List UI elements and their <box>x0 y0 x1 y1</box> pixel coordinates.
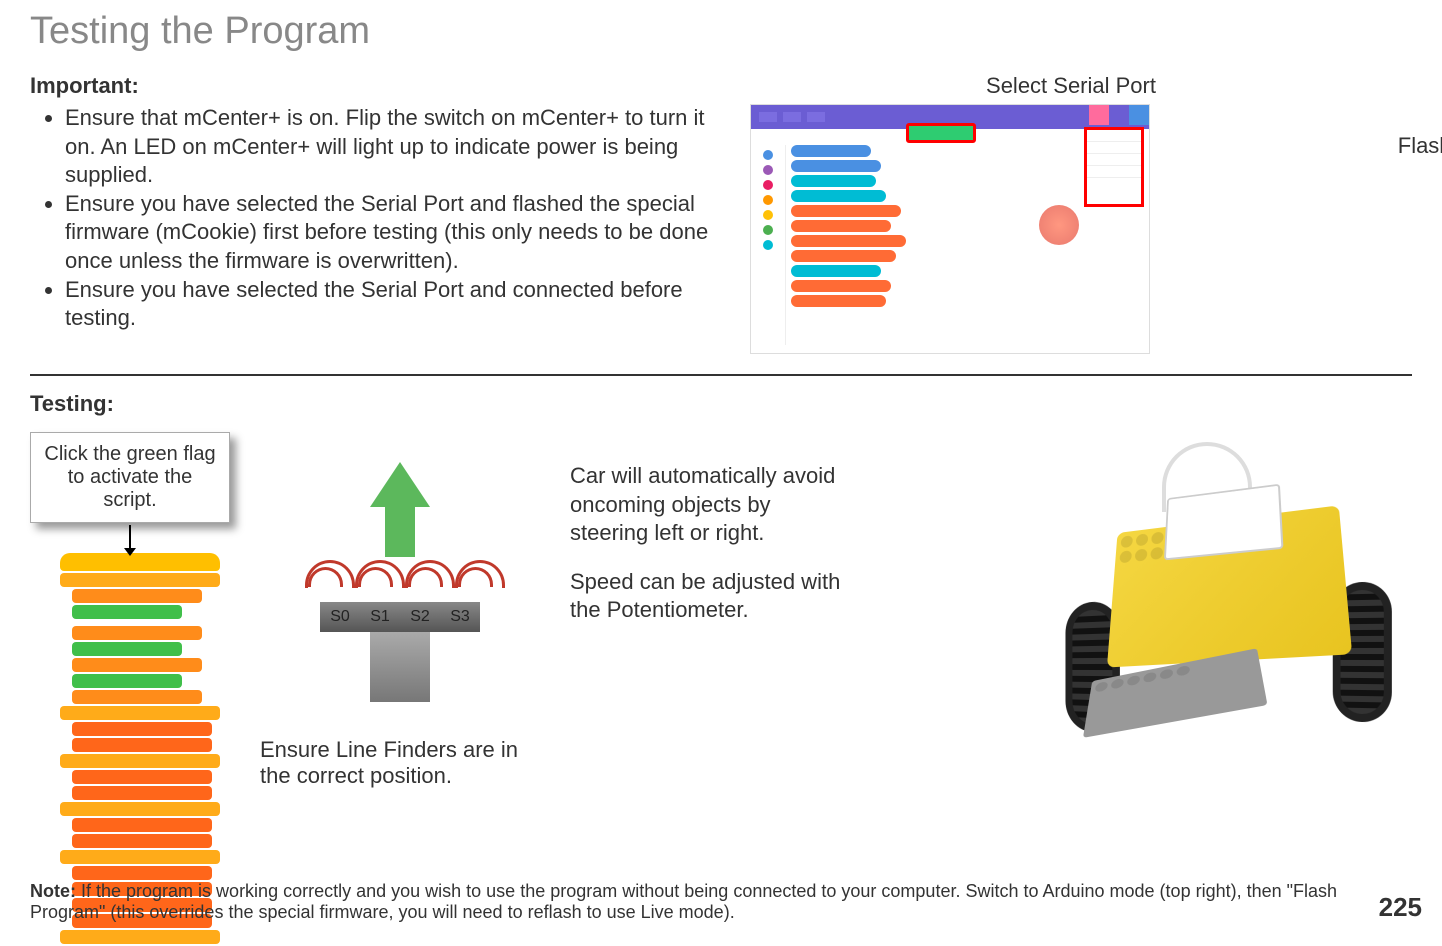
important-item: Ensure that mCenter+ is on. Flip the swi… <box>65 104 710 190</box>
screenshot-section: Select Serial Port <box>730 73 1412 354</box>
sensor-label: S3 <box>450 608 470 626</box>
description-section: Car will automatically avoid oncoming ob… <box>570 462 850 645</box>
note-bold: Note: <box>30 881 81 901</box>
important-heading: Important: <box>30 73 710 99</box>
page-title: Testing the Program <box>30 10 1412 53</box>
flag-callout-text: Click the green flag to activate the scr… <box>44 443 215 511</box>
flag-section: Click the green flag to activate the scr… <box>30 432 230 946</box>
flag-callout: Click the green flag to activate the scr… <box>30 432 230 523</box>
flash-firmware-label: Flash firmware <box>1398 133 1442 159</box>
important-item: Ensure you have selected the Serial Port… <box>65 190 710 276</box>
screenshot-sprite <box>1039 205 1079 245</box>
connect-button-highlight <box>906 123 976 143</box>
sensor-labels: S0 S1 S2 S3 <box>320 602 480 632</box>
robot-module <box>1164 484 1284 561</box>
important-list: Ensure that mCenter+ is on. Flip the swi… <box>30 104 710 333</box>
linefinder-caption: Ensure Line Finders are in the correct p… <box>260 737 540 789</box>
sensor-label: S1 <box>370 608 390 626</box>
screenshot-palette <box>751 145 786 345</box>
sensor-body: S0 S1 S2 S3 <box>320 602 480 702</box>
robot-image <box>1022 452 1402 792</box>
testing-content: Click the green flag to activate the scr… <box>30 432 1412 946</box>
software-screenshot <box>750 104 1150 354</box>
screenshot-blocks <box>791 145 911 310</box>
screenshot-mode-buttons <box>1089 105 1149 125</box>
footer-note: Note: If the program is working correctl… <box>30 881 1362 923</box>
serial-port-label: Select Serial Port <box>730 73 1412 99</box>
section-divider <box>30 374 1412 376</box>
arrow-down-icon <box>129 525 131 550</box>
linefinder-section: S0 S1 S2 S3 Ensure Line Finders are in t… <box>260 462 540 789</box>
sensor-diagram: S0 S1 S2 S3 <box>260 567 540 717</box>
important-item: Ensure you have selected the Serial Port… <box>65 276 710 333</box>
important-section: Important: Ensure that mCenter+ is on. F… <box>30 73 710 354</box>
sensor-label: S2 <box>410 608 430 626</box>
testing-heading: Testing: <box>30 391 1412 417</box>
description-para: Car will automatically avoid oncoming ob… <box>570 462 850 548</box>
description-para: Speed can be adjusted with the Potentiom… <box>570 568 850 625</box>
note-text: If the program is working correctly and … <box>30 881 1337 922</box>
page-number: 225 <box>1379 892 1422 923</box>
firmware-menu-highlight <box>1084 127 1144 207</box>
robot-section <box>880 432 1412 832</box>
top-section: Important: Ensure that mCenter+ is on. F… <box>30 73 1412 354</box>
arrow-up-icon <box>370 462 430 507</box>
sensor-signal-arcs <box>260 567 540 587</box>
sensor-label: S0 <box>330 608 350 626</box>
